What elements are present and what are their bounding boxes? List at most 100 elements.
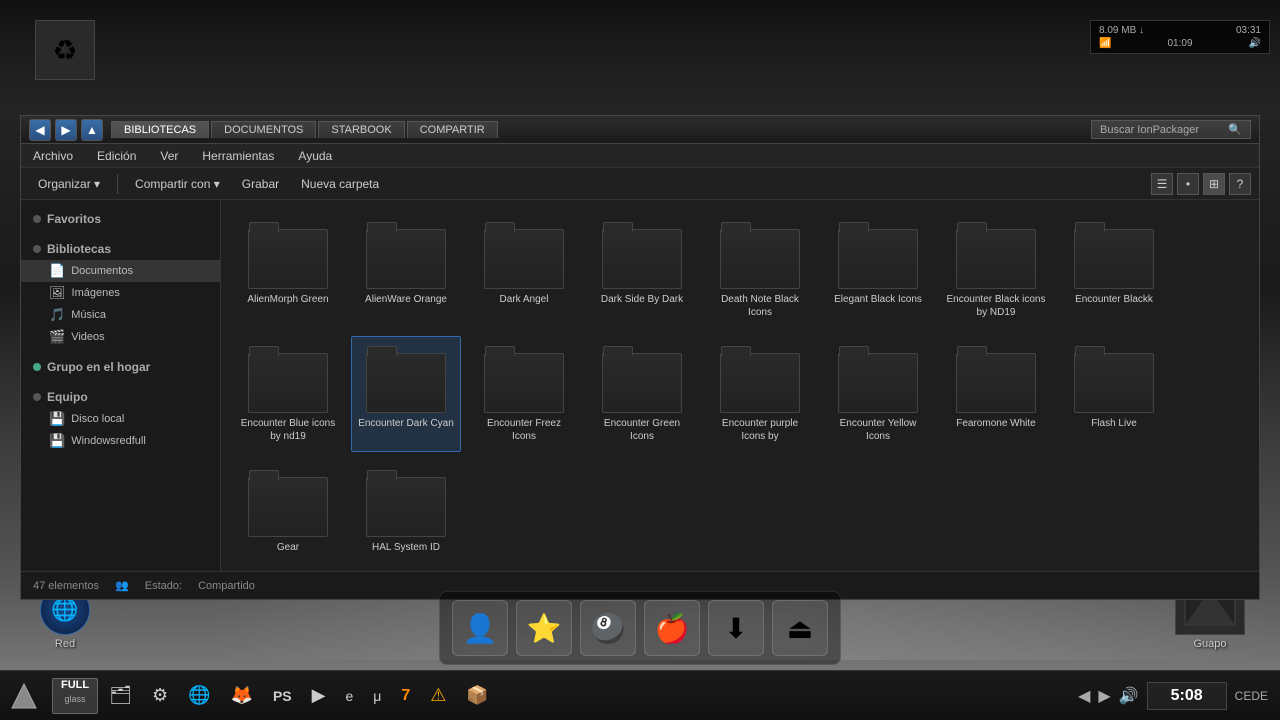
folder-tab — [957, 346, 987, 356]
sidebar-header-favoritos[interactable]: Favoritos — [21, 208, 220, 230]
folder-body — [248, 353, 328, 413]
taskbar-app-ie[interactable]: e — [336, 678, 362, 714]
taskbar-app-box[interactable]: 📦 — [457, 678, 497, 714]
folder-content — [367, 354, 445, 412]
start-button[interactable] — [4, 676, 44, 716]
tab-starbook[interactable]: STARBOOK — [318, 121, 404, 138]
dot-icon-4 — [33, 393, 41, 401]
folder-icon — [484, 345, 564, 413]
menu-edicion[interactable]: Edición — [93, 147, 140, 165]
tray-volume[interactable]: 🔊 — [1119, 686, 1139, 706]
menu-ver[interactable]: Ver — [156, 147, 182, 165]
taskbar-app-settings[interactable]: ⚙ — [143, 678, 177, 714]
desktop-recycle-bin[interactable]: ♻ — [30, 20, 100, 100]
image-icon: 🖼 — [49, 285, 66, 301]
search-box[interactable]: Buscar IonPackager 🔍 — [1091, 120, 1251, 139]
sidebar-item-videos[interactable]: 🎬 Videos — [21, 326, 220, 348]
view-grid-button[interactable]: ⊞ — [1203, 173, 1225, 195]
taskbar-app-globe[interactable]: 🌐 — [179, 678, 219, 714]
taskbar-app-alert[interactable]: ⚠ — [421, 678, 455, 714]
file-item[interactable]: HAL System ID — [351, 460, 461, 563]
taskbar-app-mu[interactable]: μ — [364, 678, 390, 714]
view-dot-button[interactable]: • — [1177, 173, 1199, 195]
taskbar-app-firefox[interactable]: 🦊 — [222, 678, 262, 714]
forward-button[interactable]: ▶ — [55, 119, 77, 141]
folder-icon — [366, 345, 446, 413]
sidebar-item-windowsredfull[interactable]: 💾 Windowsredfull — [21, 430, 220, 452]
folder-icon — [248, 345, 328, 413]
menu-archivo[interactable]: Archivo — [29, 147, 77, 165]
back-button[interactable]: ◀ — [29, 119, 51, 141]
dock-item-2[interactable]: ⭐ — [516, 600, 572, 656]
music-icon: 🎵 — [49, 307, 65, 323]
sidebar-section-favoritos: Favoritos — [21, 208, 220, 230]
files-area[interactable]: AlienMorph Green AlienWare Orange Dark A… — [221, 200, 1259, 571]
taskbar-app-glass[interactable]: FULL glass — [52, 678, 98, 714]
folder-content — [603, 354, 681, 412]
taskbar-app-ps[interactable]: PS — [264, 678, 301, 714]
sidebar-header-grupo[interactable]: Grupo en el hogar — [21, 356, 220, 378]
folder-icon — [602, 221, 682, 289]
file-item[interactable]: Flash Live — [1059, 336, 1169, 452]
toolbar: Organizar ▾ Compartir con ▾ Grabar Nueva… — [21, 168, 1259, 200]
organize-button[interactable]: Organizar ▾ — [29, 173, 109, 195]
sidebar-item-documentos[interactable]: 📄 Documentos — [21, 260, 220, 282]
burn-button[interactable]: Grabar — [233, 173, 288, 195]
file-item[interactable]: Encounter Yellow Icons — [823, 336, 933, 452]
tab-bibliotecas[interactable]: BIBLIOTECAS — [111, 121, 209, 138]
folder-tab — [367, 346, 397, 356]
dock-item-1[interactable]: 👤 — [452, 600, 508, 656]
file-item[interactable]: Fearomone White — [941, 336, 1051, 452]
tray-arrow-right[interactable]: ▶ — [1098, 686, 1110, 706]
tray-arrow-left[interactable]: ◀ — [1078, 686, 1090, 706]
sidebar-header-equipo[interactable]: Equipo — [21, 386, 220, 408]
folder-tab — [249, 346, 279, 356]
tab-compartir[interactable]: COMPARTIR — [407, 121, 498, 138]
tab-documentos[interactable]: DOCUMENTOS — [211, 121, 316, 138]
taskbar-app-7[interactable]: 7 — [392, 678, 419, 714]
file-item[interactable]: AlienMorph Green — [233, 212, 343, 328]
view-help-button[interactable]: ? — [1229, 173, 1251, 195]
file-item[interactable]: Dark Angel — [469, 212, 579, 328]
file-item[interactable]: Encounter Freez Icons — [469, 336, 579, 452]
file-item[interactable]: Encounter Blackk — [1059, 212, 1169, 328]
taskbar-app-play[interactable]: ▶ — [303, 678, 335, 714]
file-item[interactable]: Encounter purple Icons by — [705, 336, 815, 452]
folder-icon — [484, 221, 564, 289]
dock-item-4[interactable]: 🍎 — [644, 600, 700, 656]
file-item[interactable]: Encounter Green Icons — [587, 336, 697, 452]
view-list-button[interactable]: ☰ — [1151, 173, 1173, 195]
file-item[interactable]: Encounter Dark Cyan — [351, 336, 461, 452]
file-item[interactable]: AlienWare Orange — [351, 212, 461, 328]
folder-content — [249, 230, 327, 288]
new-folder-button[interactable]: Nueva carpeta — [292, 173, 388, 195]
file-item[interactable]: Encounter Black icons by ND19 — [941, 212, 1051, 328]
sidebar-item-imagenes[interactable]: 🖼 Imágenes — [21, 282, 220, 304]
file-item[interactable]: Dark Side By Dark — [587, 212, 697, 328]
folder-body — [602, 229, 682, 289]
file-item[interactable]: Elegant Black Icons — [823, 212, 933, 328]
dock-item-6[interactable]: ⏏ — [772, 600, 828, 656]
file-item[interactable]: Encounter Blue icons by nd19 — [233, 336, 343, 452]
share-button[interactable]: Compartir con ▾ — [126, 173, 229, 195]
dock-item-3[interactable]: 🎱 — [580, 600, 636, 656]
file-item[interactable]: Gear — [233, 460, 343, 563]
dock-item-5[interactable]: ⬇ — [708, 600, 764, 656]
sidebar-item-musica[interactable]: 🎵 Música — [21, 304, 220, 326]
taskbar-app-folder[interactable]: 🗂 — [100, 678, 141, 714]
folder-body — [720, 229, 800, 289]
file-label: Fearomone White — [956, 417, 1035, 430]
sidebar: Favoritos Bibliotecas 📄 Documentos 🖼 Imá… — [21, 200, 221, 571]
menu-herramientas[interactable]: Herramientas — [198, 147, 278, 165]
sidebar-header-bibliotecas[interactable]: Bibliotecas — [21, 238, 220, 260]
file-item[interactable]: Death Note Black Icons — [705, 212, 815, 328]
up-button[interactable]: ▲ — [81, 119, 103, 141]
folder-icon — [248, 221, 328, 289]
file-label: HAL System ID — [372, 541, 440, 554]
sidebar-item-disco-local[interactable]: 💾 Disco local — [21, 408, 220, 430]
folder-tab — [957, 222, 987, 232]
sidebar-section-bibliotecas: Bibliotecas 📄 Documentos 🖼 Imágenes 🎵 Mú… — [21, 238, 220, 348]
menu-ayuda[interactable]: Ayuda — [294, 147, 336, 165]
folder-tab — [1075, 346, 1105, 356]
file-label: Encounter Black icons by ND19 — [946, 293, 1046, 319]
